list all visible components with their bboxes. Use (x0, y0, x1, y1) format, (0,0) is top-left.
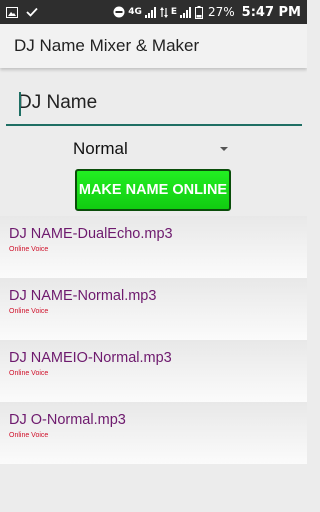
network-type-label: 4G (128, 7, 142, 17)
file-subtitle: Online Voice (9, 370, 49, 377)
battery-icon (195, 5, 203, 19)
dj-name-input[interactable] (6, 84, 302, 122)
file-subtitle: Online Voice (9, 308, 49, 315)
list-item[interactable]: DJ NAME-DualEcho.mp3 Online Voice (0, 216, 307, 278)
spinner-selected-value: Normal (73, 139, 128, 158)
file-list: DJ NAME-DualEcho.mp3 Online Voice DJ NAM… (0, 216, 307, 464)
file-subtitle: Online Voice (9, 432, 49, 439)
app-bar: DJ Name Mixer & Maker (0, 24, 307, 68)
file-subtitle: Online Voice (9, 246, 49, 253)
signal-icon (144, 6, 157, 18)
file-name: DJ O-Normal.mp3 (9, 412, 126, 428)
make-name-online-button[interactable]: MAKE NAME ONLINE (75, 169, 231, 211)
app-title: DJ Name Mixer & Maker (14, 36, 200, 55)
battery-percentage: 27% (208, 5, 235, 19)
do-not-disturb-icon (113, 6, 125, 18)
list-item[interactable]: DJ NAME-Normal.mp3 Online Voice (0, 278, 307, 340)
clock: 5:47 PM (241, 4, 301, 20)
image-icon (6, 6, 18, 18)
file-name: DJ NAME-DualEcho.mp3 (9, 226, 173, 242)
file-name: DJ NAME-Normal.mp3 (9, 288, 157, 304)
list-item[interactable]: DJ NAMEIO-Normal.mp3 Online Voice (0, 340, 307, 402)
data-sync-icon (159, 6, 168, 18)
signal-icon (180, 6, 192, 18)
file-name: DJ NAMEIO-Normal.mp3 (9, 350, 172, 366)
name-input-container (6, 84, 302, 126)
network-type-label-2: E (170, 7, 177, 17)
dropdown-arrow-icon (220, 147, 228, 151)
check-icon (26, 7, 38, 17)
voice-effect-spinner[interactable]: Normal (62, 136, 234, 162)
screen: 4G E 27% 5:47 PM DJ Name Mixer & Maker N… (0, 0, 307, 512)
list-item[interactable]: DJ O-Normal.mp3 Online Voice (0, 402, 307, 464)
status-bar: 4G E 27% 5:47 PM (0, 0, 307, 24)
text-cursor (19, 92, 21, 116)
status-bar-left (6, 6, 38, 18)
status-bar-right: 4G E 27% 5:47 PM (113, 5, 301, 20)
